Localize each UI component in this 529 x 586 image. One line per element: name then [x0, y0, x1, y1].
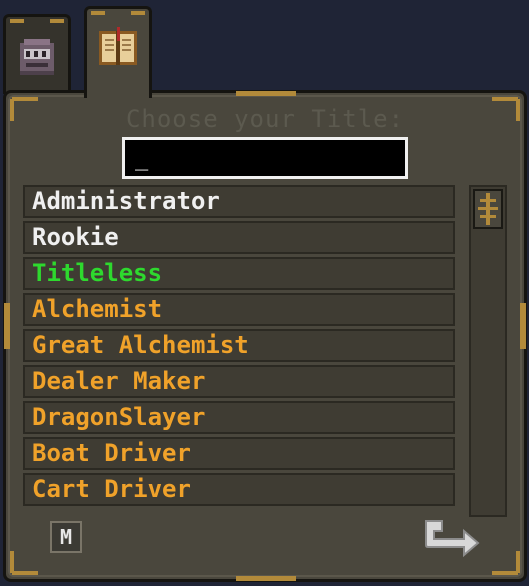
tab-corner-decoration: [50, 19, 64, 23]
titles-list: Administrator Rookie Titleless Alchemist…: [23, 185, 455, 509]
choose-title-heading: Choose your Title:: [125, 105, 405, 133]
title-label: Alchemist: [32, 295, 163, 323]
title-row-dealer-maker[interactable]: Dealer Maker: [23, 365, 455, 398]
title-search-input[interactable]: [122, 137, 408, 179]
title-row-dragonslayer[interactable]: DragonSlayer: [23, 401, 455, 434]
title-label: Administrator: [32, 187, 220, 215]
tab-corner-decoration: [131, 11, 145, 15]
tab-creature[interactable]: [3, 14, 71, 94]
panel-corner-decoration: [12, 97, 38, 101]
book-icon: [99, 27, 137, 65]
panel-corner-decoration: [516, 551, 520, 573]
scrollbar-thumb[interactable]: [473, 189, 503, 229]
title-label: DragonSlayer: [32, 403, 206, 431]
m-button[interactable]: M: [50, 521, 82, 553]
title-row-rookie[interactable]: Rookie: [23, 221, 455, 254]
title-row-alchemist[interactable]: Alchemist: [23, 293, 455, 326]
title-label: Boat Driver: [32, 439, 191, 467]
panel-bottom-decoration: [236, 576, 296, 581]
panel-side-decoration: [4, 303, 10, 349]
tab-corner-decoration: [91, 11, 105, 15]
list-scrollbar[interactable]: [469, 185, 507, 517]
title-label: Great Alchemist: [32, 331, 249, 359]
creature-head-icon: [20, 39, 54, 75]
title-label: Cart Driver: [32, 475, 191, 503]
tab-corner-decoration: [10, 19, 24, 23]
title-row-great-alchemist[interactable]: Great Alchemist: [23, 329, 455, 362]
tab-titles[interactable]: [84, 6, 152, 98]
title-row-cart-driver[interactable]: Cart Driver: [23, 473, 455, 506]
back-arrow-icon[interactable]: [420, 517, 480, 557]
panel-top-decoration: [236, 91, 296, 96]
title-label: Titleless: [32, 259, 163, 287]
panel-corner-decoration: [492, 97, 518, 101]
scroll-grip-icon: [478, 193, 498, 225]
panel-corner-decoration: [492, 571, 518, 575]
panel-corner-decoration: [10, 551, 14, 573]
title-label: Dealer Maker: [32, 367, 206, 395]
title-label: Rookie: [32, 223, 119, 251]
panel-side-decoration: [520, 303, 526, 349]
title-selection-panel: Choose your Title: Administrator Rookie …: [3, 90, 527, 582]
title-row-titleless[interactable]: Titleless: [23, 257, 455, 290]
title-row-administrator[interactable]: Administrator: [23, 185, 455, 218]
panel-corner-decoration: [12, 571, 38, 575]
title-row-boat-driver[interactable]: Boat Driver: [23, 437, 455, 470]
